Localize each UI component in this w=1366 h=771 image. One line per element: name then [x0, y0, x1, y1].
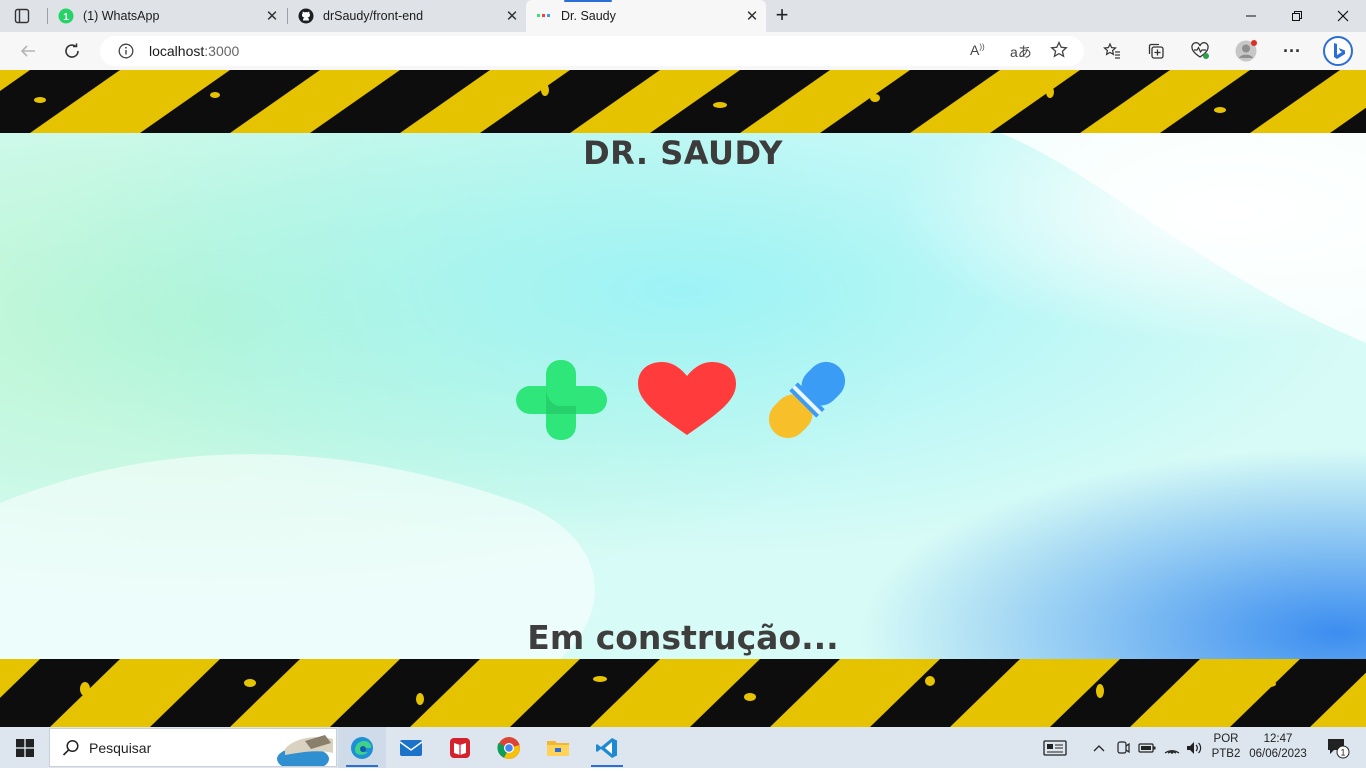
read-aloud-icon[interactable]: A)): [970, 42, 985, 58]
taskbar-mail[interactable]: [387, 727, 435, 768]
url-text[interactable]: localhost:3000: [149, 43, 239, 59]
site-favicon: [536, 8, 552, 24]
taskbar-file-explorer[interactable]: [534, 727, 582, 768]
tab-whatsapp[interactable]: 1 (1) WhatsApp ✕: [48, 0, 286, 32]
back-button[interactable]: [14, 37, 42, 65]
more-options-icon[interactable]: ···: [1278, 37, 1306, 65]
page-content: DR. SAUDY Em construção...: [0, 70, 1366, 727]
whatsapp-icon: 1: [58, 8, 74, 24]
medical-cross-icon: [516, 360, 607, 440]
translate-icon[interactable]: aあ: [1010, 42, 1032, 62]
health-icons-group: [516, 360, 846, 440]
restore-button[interactable]: [1274, 0, 1320, 32]
start-button[interactable]: [4, 727, 46, 768]
taskbar-vscode[interactable]: [583, 727, 631, 768]
heart-icon: [638, 362, 736, 435]
wifi-icon[interactable]: [1160, 727, 1184, 768]
battery-icon[interactable]: [1136, 727, 1158, 768]
collections-icon[interactable]: [1142, 37, 1170, 65]
close-tab-icon[interactable]: ✕: [258, 7, 286, 25]
bing-copilot-icon[interactable]: [1322, 35, 1354, 67]
profile-avatar[interactable]: [1232, 37, 1260, 65]
minimize-button[interactable]: [1228, 0, 1274, 32]
site-info-icon[interactable]: [118, 43, 134, 64]
tab-dr-saudy[interactable]: Dr. Saudy ✕: [526, 0, 766, 32]
notification-center-icon[interactable]: 1: [1318, 727, 1358, 768]
system-clock[interactable]: 12:47 06/06/2023: [1246, 732, 1310, 762]
new-tab-button[interactable]: +: [770, 4, 794, 28]
browser-essentials-icon[interactable]: [1186, 37, 1214, 65]
github-icon: [298, 8, 314, 24]
tab-title: Dr. Saudy: [561, 9, 616, 23]
page-title: DR. SAUDY: [583, 134, 783, 172]
taskbar-chrome[interactable]: [485, 727, 533, 768]
tab-actions-icon[interactable]: [14, 8, 30, 24]
meet-icon[interactable]: [1112, 727, 1134, 768]
construction-message: Em construção...: [527, 618, 839, 657]
search-icon: [62, 739, 80, 762]
windows-taskbar: Pesquisar POR PTB2 12:47 06/06/2023 1: [0, 727, 1366, 771]
caution-tape-bottom: [0, 659, 1366, 727]
browser-toolbar: localhost:3000 A)) aあ ···: [0, 32, 1366, 70]
favorite-star-icon[interactable]: [1050, 40, 1068, 64]
show-hidden-icons-chevron-icon[interactable]: [1088, 727, 1110, 768]
search-highlight-image: [255, 729, 337, 771]
tab-github[interactable]: drSaudy/front-end ✕: [288, 0, 526, 32]
input-language[interactable]: POR PTB2: [1208, 732, 1244, 762]
tab-title: drSaudy/front-end: [323, 9, 424, 23]
tab-bar: 1 (1) WhatsApp ✕ drSaudy/front-end ✕ Dr.…: [0, 0, 1366, 32]
taskbar-reader[interactable]: [436, 727, 484, 768]
news-widget-icon[interactable]: [1040, 727, 1070, 768]
favorites-icon[interactable]: [1098, 37, 1126, 65]
svg-text:1: 1: [63, 12, 69, 23]
close-tab-icon[interactable]: ✕: [738, 7, 766, 25]
volume-icon[interactable]: [1184, 727, 1206, 768]
tab-title: (1) WhatsApp: [83, 9, 160, 23]
svg-text:1: 1: [1340, 747, 1345, 757]
caution-tape-top: [0, 70, 1366, 133]
taskbar-search[interactable]: Pesquisar: [49, 728, 337, 771]
close-window-button[interactable]: [1320, 0, 1366, 32]
taskbar-edge[interactable]: [338, 727, 386, 768]
close-tab-icon[interactable]: ✕: [498, 7, 526, 25]
address-bar[interactable]: localhost:3000 A)) aあ: [100, 36, 1084, 66]
pill-capsule-icon: [768, 361, 846, 439]
refresh-button[interactable]: [58, 37, 86, 65]
search-placeholder: Pesquisar: [89, 740, 152, 756]
